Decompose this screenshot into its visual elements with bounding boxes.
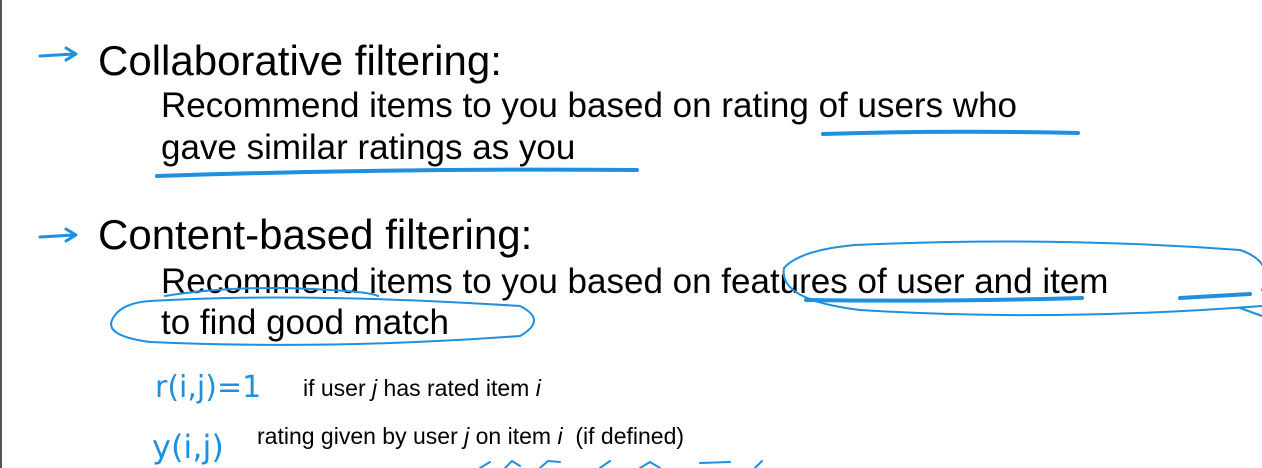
notation-y-description: rating given by user j on item i (if def… [257,423,685,449]
section-heading-content-based: Content-based filtering: [98,211,533,258]
notation-r-description: if user j has rated item i [303,375,541,401]
content-based-desc-line-1: Recommend items to you based on features… [161,262,1109,301]
slide-border [0,0,2,468]
underline-gave-similar-ratings [155,167,639,178]
underline-rating-of-users [821,129,1080,136]
arrow-right-icon [38,227,78,243]
section-heading-collaborative: Collaborative filtering: [98,37,502,84]
notation-y-symbol: y(i,j) [152,428,224,466]
content-based-desc-line-2: to find good match [161,303,449,342]
circle-tail-stroke [1239,307,1262,317]
arrow-right-icon [38,46,78,62]
collaborative-desc-line-2: gave similar ratings as you [161,128,576,167]
notation-r-symbol: r(i,j)=1 [155,370,261,405]
bottom-partial-ink [479,460,763,468]
underline-item [1178,292,1252,300]
collaborative-desc-line-1: Recommend items to you based on rating o… [161,86,1017,125]
